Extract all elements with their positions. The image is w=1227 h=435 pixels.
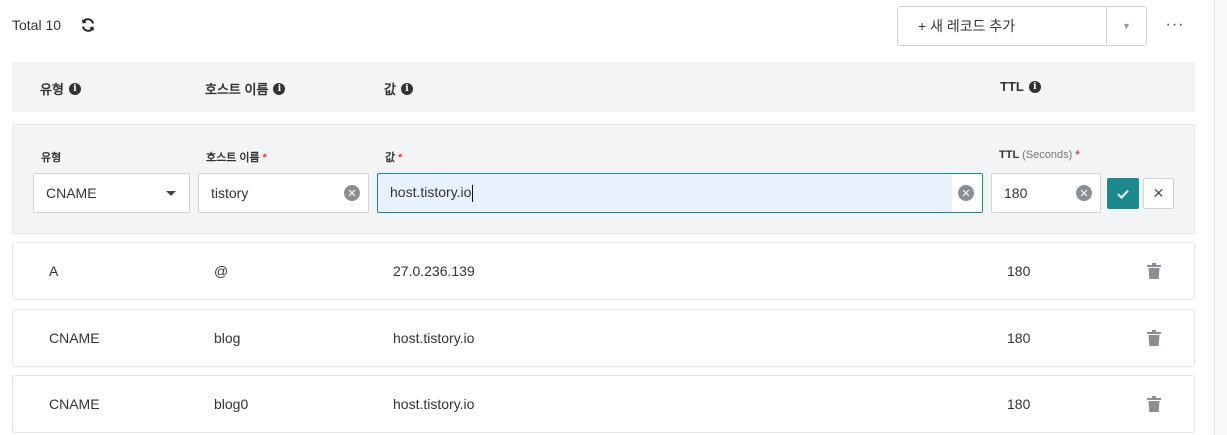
record-host: @ [214,263,229,279]
info-icon[interactable]: i [68,82,81,95]
trash-icon[interactable] [1147,396,1161,412]
table-row: A @ 27.0.236.139 180 [12,242,1195,300]
refresh-icon[interactable] [80,17,96,33]
chevron-down-icon [166,190,176,196]
trash-icon[interactable] [1147,263,1161,279]
value-input[interactable]: host.tistory.io ✕ [377,173,983,213]
info-icon[interactable]: i [1028,80,1041,93]
ttl-input-value: 180 [1004,185,1028,201]
record-ttl: 180 [1007,263,1031,279]
scrollbar[interactable] [1214,0,1227,435]
record-host: blog [214,330,241,346]
column-header-type-label: 유형 [40,82,64,97]
record-type: CNAME [49,330,100,346]
total-count: Total 10 [12,17,62,33]
new-record-form: 유형 호스트 이름 * 값 * TTL (Seconds) * CNAME tistor… [12,124,1195,234]
info-icon[interactable]: i [273,82,286,95]
type-select-value: CNAME [46,185,97,201]
host-input-value: tistory [211,185,249,201]
value-input-value: host.tistory.io [390,184,472,201]
host-field-label: 호스트 이름 * [206,152,267,164]
clear-icon[interactable]: ✕ [958,185,974,201]
clear-wrap: ✕ [952,174,982,212]
text-cursor [472,184,474,202]
cancel-button[interactable]: ✕ [1143,178,1174,209]
type-select[interactable]: CNAME [33,173,190,213]
record-value: host.tistory.io [393,396,475,412]
column-header-ttl-label: TTL [1000,79,1024,94]
close-icon: ✕ [1152,185,1165,201]
column-header-value: 값 i [384,79,413,98]
clear-icon[interactable]: ✕ [344,185,360,201]
column-header-value-label: 값 [384,82,396,97]
trash-icon[interactable] [1147,330,1161,346]
table-header: 유형 i 호스트 이름 i 값 i TTL i [12,62,1195,112]
ttl-field-label: TTL (Seconds) * [999,149,1080,161]
record-type: A [49,263,59,279]
info-icon[interactable]: i [400,82,413,95]
record-type: CNAME [49,396,100,412]
record-host: blog0 [214,396,249,412]
column-header-type: 유형 i [40,79,81,98]
add-record-button[interactable]: + 새 레코드 추가 [898,7,1107,45]
column-header-host-label: 호스트 이름 [205,82,269,97]
value-input-content: host.tistory.io [390,184,952,202]
record-ttl: 180 [1007,396,1031,412]
ttl-input[interactable]: 180 ✕ [991,173,1101,213]
record-value: 27.0.236.139 [393,263,475,279]
value-field-label: 값 * [385,152,403,164]
record-ttl: 180 [1007,330,1031,346]
toolbar: Total 10 + 새 레코드 추가 ▼ ··· [0,0,1227,52]
add-record-dropdown-button[interactable]: ▼ [1107,7,1146,45]
check-icon [1117,189,1129,199]
table-row: CNAME blog host.tistory.io 180 [12,309,1195,367]
clear-icon[interactable]: ✕ [1076,185,1092,201]
column-header-ttl: TTL i [1000,79,1041,94]
record-value: host.tistory.io [393,330,475,346]
column-header-host: 호스트 이름 i [205,79,286,98]
more-options-button[interactable]: ··· [1160,12,1190,38]
type-field-label: 유형 [41,152,62,164]
add-record-split-button: + 새 레코드 추가 ▼ [897,6,1147,46]
host-input[interactable]: tistory ✕ [198,173,369,213]
confirm-button[interactable] [1107,178,1139,209]
table-row: CNAME blog0 host.tistory.io 180 [12,375,1195,433]
